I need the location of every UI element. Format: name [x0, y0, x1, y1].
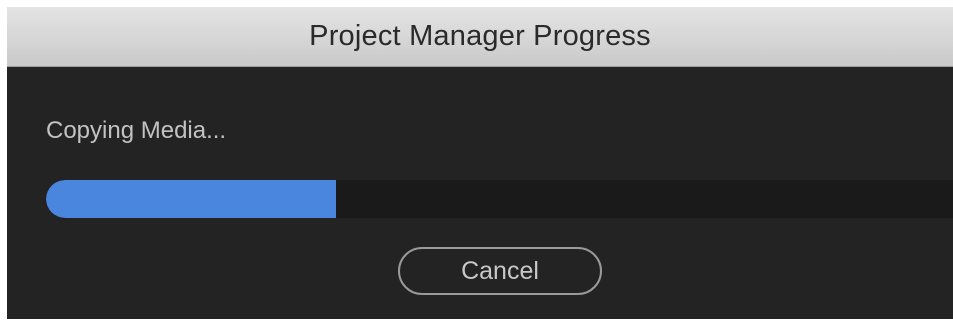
progress-fill	[46, 180, 337, 218]
dialog-title: Project Manager Progress	[309, 20, 651, 52]
title-bar[interactable]: Project Manager Progress	[7, 7, 953, 67]
status-text: Copying Media...	[46, 117, 227, 144]
cancel-button[interactable]: Cancel	[398, 247, 602, 295]
progress-bar	[46, 180, 953, 218]
project-manager-progress-dialog: Project Manager Progress Copying Media..…	[7, 7, 953, 319]
